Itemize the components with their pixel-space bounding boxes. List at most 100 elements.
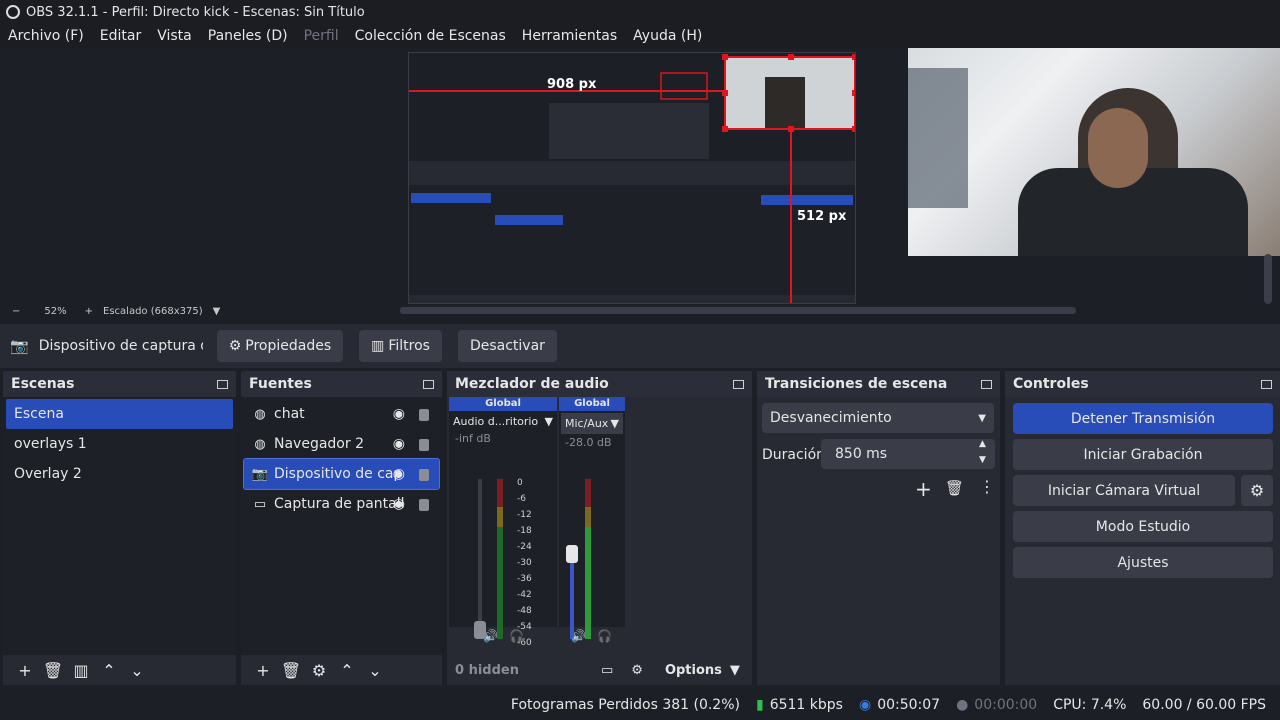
studio-mode-button[interactable]: Modo Estudio (1013, 511, 1273, 542)
chevron-down-icon[interactable]: ▼ (979, 455, 986, 465)
volume-slider-track[interactable] (478, 479, 482, 639)
headphones-icon[interactable]: 🎧 (597, 629, 612, 643)
lock-icon[interactable] (419, 469, 429, 481)
trash-icon[interactable]: 🗑 (945, 479, 964, 497)
undock-icon[interactable] (733, 379, 744, 389)
preview-width-readout: 908 px (547, 77, 597, 92)
menu-ayuda[interactable]: Ayuda (H) (625, 28, 710, 44)
duration-label: Duración (762, 447, 826, 463)
add-scene-button[interactable]: + (11, 661, 39, 680)
gear-icon[interactable]: ⚙ (305, 661, 333, 680)
preview-vertical-scrollbar[interactable] (1264, 254, 1272, 304)
mixer-channel-head: Global (449, 397, 557, 411)
speaker-icon[interactable]: 🔊 (571, 629, 586, 643)
zoom-out-button[interactable]: − (12, 306, 20, 317)
source-toolbar: 📷 Dispositivo de captura de v ⚙ Propieda… (0, 324, 1280, 368)
obs-logo-icon (6, 5, 20, 19)
source-item-dispositivo-captura[interactable]: 📷 Dispositivo de cap ◉ (243, 458, 440, 490)
trash-icon[interactable]: 🗑 (277, 661, 305, 680)
virtual-camera-settings-button[interactable]: ⚙ (1241, 475, 1273, 506)
start-virtual-camera-button[interactable]: Iniciar Cámara Virtual (1013, 475, 1235, 506)
layout-icon[interactable]: ▭ (601, 663, 613, 678)
filter-icon: ▥ (371, 338, 385, 354)
eye-icon[interactable]: ◉ (393, 496, 405, 512)
filters-button[interactable]: ▥ Filtros (359, 330, 442, 362)
chevron-down-icon: ▼ (544, 415, 553, 428)
monitor-icon: ▭ (253, 496, 267, 512)
menu-paneles[interactable]: Paneles (D) (200, 28, 296, 44)
lock-icon[interactable] (419, 499, 429, 511)
source-label: chat (274, 406, 305, 422)
duration-value: 850 ms (835, 446, 888, 462)
filters-label: Filtros (388, 338, 430, 354)
add-transition-button[interactable]: + (915, 477, 932, 501)
transition-select[interactable]: Desvanecimiento ▼ (762, 403, 994, 433)
db-ticks: 0 -6 -12 -18 -24 -30 -36 -42 -48 -54 -60 (517, 478, 532, 648)
stop-stream-button[interactable]: Detener Transmisión (1013, 403, 1273, 434)
scenes-dock: Escenas Escena overlays 1 Overlay 2 + 🗑 … (3, 371, 236, 685)
duration-input[interactable]: 850 ms (821, 439, 995, 469)
globe-icon: ◍ (254, 406, 266, 422)
zoom-in-button[interactable]: + (85, 306, 93, 317)
mixer-channel-select[interactable]: Audio d...ritorio ▼ (449, 411, 557, 432)
mixer-db: -inf dB (455, 432, 491, 445)
move-down-icon[interactable]: ⌄ (361, 661, 389, 680)
volume-slider-track[interactable] (570, 555, 574, 639)
bitrate: 6511 kbps (769, 697, 843, 713)
start-recording-button[interactable]: Iniciar Grabación (1013, 439, 1273, 470)
menu-coleccion-escenas[interactable]: Colección de Escenas (347, 28, 514, 44)
undock-icon[interactable] (217, 379, 228, 389)
menu-herramientas[interactable]: Herramientas (514, 28, 625, 44)
undock-icon[interactable] (981, 379, 992, 389)
preview-horizontal-scrollbar[interactable] (400, 307, 1076, 314)
menu-vista[interactable]: Vista (149, 28, 200, 44)
filters-icon[interactable]: ▥ (67, 661, 95, 680)
transitions-title: Transiciones de escena (765, 376, 948, 392)
scaling-dropdown-icon[interactable]: ▼ (213, 306, 221, 317)
status-bar: Fotogramas Perdidos 381 (0.2%) ▮ 6511 kb… (0, 690, 1280, 720)
options-button[interactable]: Options (665, 663, 722, 678)
audio-mixer-dock: Mezclador de audio Global Audio d...rito… (447, 371, 752, 685)
menu-bar: Archivo (F) Editar Vista Paneles (D) Per… (0, 24, 1280, 48)
move-up-icon[interactable]: ⌃ (333, 661, 361, 680)
source-item-navegador-2[interactable]: ◍ Navegador 2 ◉ (244, 429, 439, 459)
trash-icon[interactable]: 🗑 (39, 661, 67, 680)
eye-icon[interactable]: ◉ (393, 466, 405, 482)
settings-button[interactable]: Ajustes (1013, 547, 1273, 578)
mixer-hidden-count[interactable]: 0 hidden (455, 663, 595, 678)
add-source-button[interactable]: + (249, 661, 277, 680)
lock-icon[interactable] (419, 409, 429, 421)
properties-button[interactable]: ⚙ Propiedades (216, 330, 344, 362)
undock-icon[interactable] (423, 379, 434, 389)
transitions-dock: Transiciones de escena Desvanecimiento ▼… (757, 371, 1000, 685)
scene-item-overlays-1[interactable]: overlays 1 (6, 429, 233, 459)
menu-perfil[interactable]: Perfil (296, 28, 347, 44)
speaker-icon[interactable]: 🔊 (483, 629, 498, 643)
eye-icon[interactable]: ◉ (393, 406, 405, 422)
gear-icon: ⚙ (1249, 481, 1265, 500)
source-item-chat[interactable]: ◍ chat ◉ (244, 399, 439, 429)
deactivate-button[interactable]: Desactivar (457, 330, 557, 362)
scenes-list: Escena overlays 1 Overlay 2 (3, 397, 236, 655)
more-icon[interactable]: ⋮ (979, 477, 995, 496)
scene-item-escena[interactable]: Escena (6, 399, 233, 429)
mixer-channel-name: Mic/Aux (565, 417, 609, 430)
chevron-up-icon[interactable]: ▲ (979, 439, 986, 449)
move-up-icon[interactable]: ⌃ (95, 661, 123, 680)
gear-icon[interactable]: ⚙ (631, 663, 643, 678)
move-down-icon[interactable]: ⌄ (123, 661, 151, 680)
volume-slider-thumb[interactable] (566, 545, 578, 563)
scene-item-overlay-2[interactable]: Overlay 2 (6, 459, 233, 489)
eye-icon[interactable]: ◉ (393, 436, 405, 452)
menu-archivo[interactable]: Archivo (F) (0, 28, 92, 44)
menu-editar[interactable]: Editar (92, 28, 149, 44)
undock-icon[interactable] (1261, 379, 1272, 389)
mixer-channel-select[interactable]: Mic/Aux ▼ (561, 413, 623, 434)
headphones-icon[interactable]: 🎧 (509, 629, 524, 643)
level-meter (497, 479, 503, 641)
source-item-captura-pantalla[interactable]: ▭ Captura de pantall ◉ (244, 489, 439, 519)
stream-time: 00:50:07 (877, 697, 941, 713)
obs-preview-canvas[interactable]: 908 px 512 px (408, 52, 856, 304)
lock-icon[interactable] (419, 439, 429, 451)
chevron-down-icon[interactable]: ▼ (730, 663, 740, 678)
